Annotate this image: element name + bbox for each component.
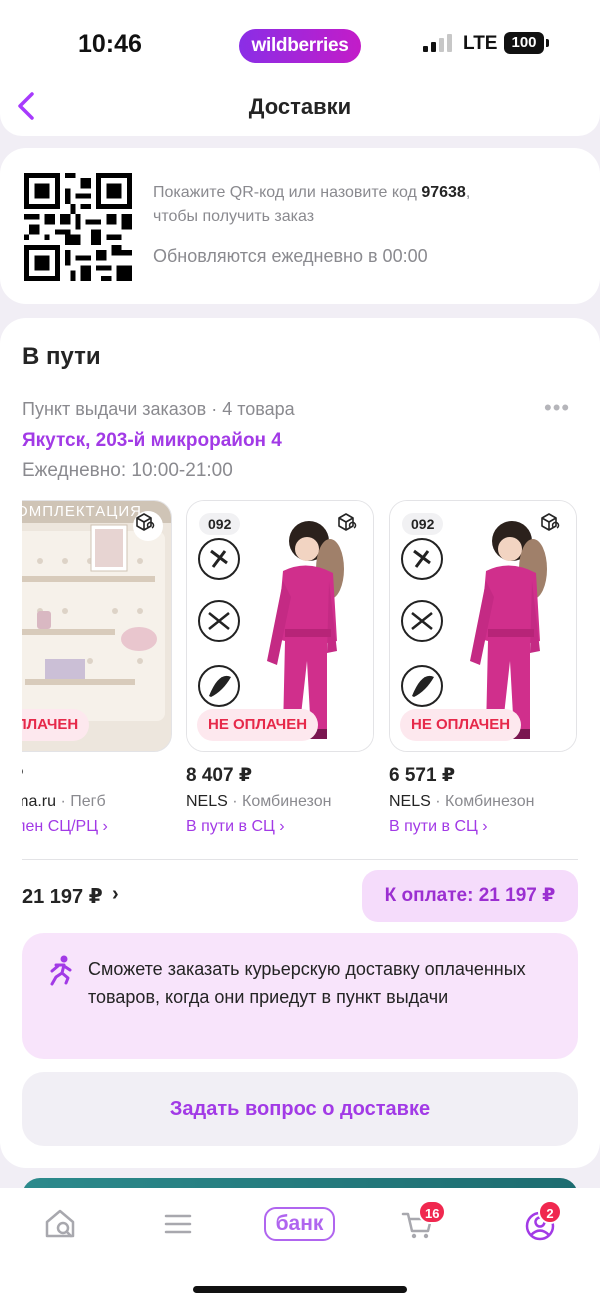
pay-button[interactable]: К оплате: 21 197 ₽: [362, 870, 578, 922]
unpaid-badge: НЕ ОПЛАЧЕН: [400, 709, 522, 741]
product-brand: NELS: [186, 793, 228, 810]
product-card[interactable]: ОМПЛЕКТАЦИЯ Е ОПЛАЧЕН 06 ₽ _mama.ru · Пе…: [22, 500, 172, 836]
status-bar: 10:46 wildberries LTE 100: [0, 0, 600, 90]
cart-count-badge: 16: [418, 1200, 447, 1224]
status-time: 10:46: [78, 30, 142, 58]
unpaid-badge: Е ОПЛАЧЕН: [22, 709, 90, 741]
pickup-info: Пункт выдачи заказов · 4 товара: [22, 399, 295, 419]
qr-code-icon[interactable]: [24, 173, 132, 281]
product-name: · Комбинезон: [227, 793, 332, 810]
qr-update-note: Обновляются ежедневно в 00:00: [153, 246, 428, 266]
tab-bank[interactable]: банк: [264, 1207, 335, 1241]
product-price: 8 407 ₽: [186, 765, 253, 786]
product-name: · Комбинезон: [430, 793, 535, 810]
size-tag: 092: [402, 513, 444, 535]
home-search-icon: [45, 1209, 75, 1238]
delivery-card: В пути Пункт выдачи заказов · 4 товара •…: [0, 318, 600, 1168]
qr-text-after: ,: [465, 184, 471, 201]
product-seller: NELS · Комбинезон: [186, 793, 374, 811]
return-box-icon: [133, 511, 163, 541]
tab-home[interactable]: [40, 1204, 90, 1244]
tab-cart[interactable]: 16: [398, 1200, 448, 1244]
courier-note: Сможете заказать курьерскую доставку опл…: [88, 959, 526, 1007]
page-header: Доставки: [0, 80, 600, 136]
network-label: LTE: [463, 33, 498, 54]
product-card[interactable]: 092 НЕ ОПЛАЧЕН 6 571 ₽ NELS · Комбинезон…: [389, 500, 577, 836]
order-total[interactable]: 21 197 ₽: [22, 884, 103, 909]
product-status-link[interactable]: В пути в СЦ ›: [389, 818, 577, 836]
pickup-code: 97638: [421, 184, 466, 201]
product-carousel[interactable]: ОМПЛЕКТАЦИЯ Е ОПЛАЧЕН 06 ₽ _mama.ru · Пе…: [22, 500, 600, 840]
profile-notification-badge: 2: [538, 1200, 562, 1224]
product-seller: NELS · Комбинезон: [389, 793, 577, 811]
return-box-icon: [538, 511, 568, 541]
ask-delivery-question-button[interactable]: Задать вопрос о доставке: [22, 1072, 578, 1146]
qr-card[interactable]: Покажите QR-код или назовите код 97638, …: [0, 148, 600, 304]
tab-catalog[interactable]: [158, 1204, 208, 1244]
product-card[interactable]: 092 НЕ ОПЛАЧЕН 8 407 ₽ NELS · Комбинезон…: [186, 500, 374, 836]
qr-text-before: Покажите QR-код или назовите код: [153, 184, 422, 201]
battery-icon: 100: [504, 32, 549, 54]
return-box-icon: [335, 511, 365, 541]
product-image[interactable]: 092 НЕ ОПЛАЧЕН: [186, 500, 374, 752]
divider: [22, 859, 578, 860]
section-title: В пути: [22, 343, 101, 370]
product-status-link[interactable]: В пути в СЦ ›: [186, 818, 374, 836]
chevron-right-icon[interactable]: ›: [112, 883, 119, 906]
tab-bar: банк 16 2: [0, 1188, 600, 1303]
unpaid-badge: НЕ ОПЛАЧЕН: [197, 709, 319, 741]
product-brand: _mama.ru: [22, 793, 57, 810]
size-tag: 092: [199, 513, 241, 535]
pickup-address[interactable]: Якутск, 203-й микрорайон 4: [22, 430, 282, 452]
signal-icon: [423, 34, 453, 52]
more-dots-icon[interactable]: •••: [544, 397, 570, 419]
pickup-hours: Ежедневно: 10:00-21:00: [22, 460, 233, 481]
brand-logo: wildberries: [239, 29, 361, 63]
product-image[interactable]: ОМПЛЕКТАЦИЯ Е ОПЛАЧЕН: [22, 500, 172, 752]
product-price: 06 ₽: [22, 764, 172, 787]
home-indicator: [193, 1286, 407, 1293]
page-title: Доставки: [248, 94, 352, 119]
product-seller: _mama.ru · Пегб: [22, 793, 172, 811]
product-brand: NELS: [389, 793, 431, 810]
menu-icon: [164, 1214, 192, 1234]
tab-profile[interactable]: 2: [520, 1200, 570, 1244]
running-courier-icon: [50, 955, 72, 986]
product-name: · Пегб: [56, 793, 106, 810]
product-image[interactable]: 092 НЕ ОПЛАЧЕН: [389, 500, 577, 752]
qr-text-line2: чтобы получить заказ: [153, 208, 315, 225]
qr-instructions: Покажите QR-код или назовите код 97638, …: [153, 181, 573, 229]
courier-info-banner: Сможете заказать курьерскую доставку опл…: [22, 933, 578, 1059]
product-status-link[interactable]: ставлен СЦ/РЦ ›: [22, 818, 172, 836]
product-price: 6 571 ₽: [389, 765, 456, 786]
